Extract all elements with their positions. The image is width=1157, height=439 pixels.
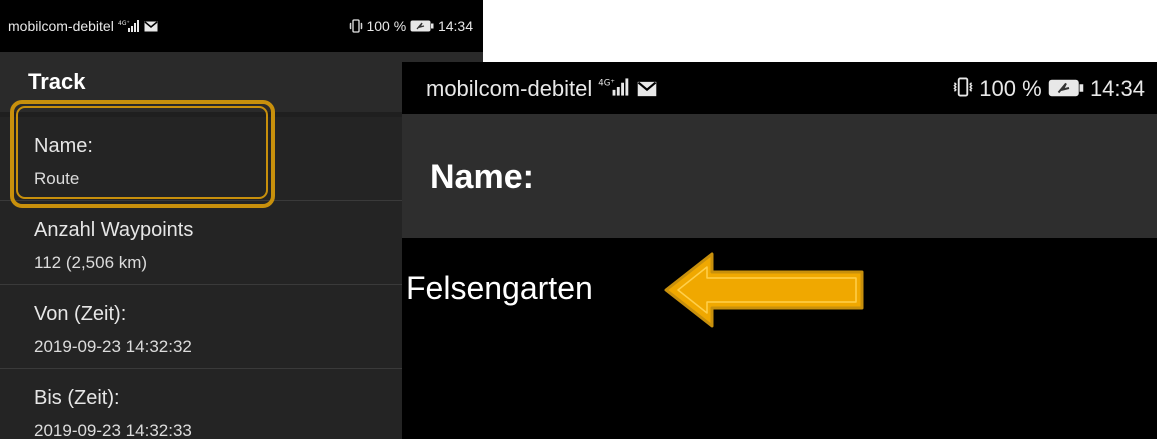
page-title: Track xyxy=(28,69,86,94)
item-label: Von (Zeit): xyxy=(34,303,127,325)
item-value: 112 (2,506 km) xyxy=(34,253,148,272)
status-bar: mobilcom-debitel 4G⁺ 100 % 14:34 xyxy=(402,62,1157,114)
mail-icon xyxy=(144,19,158,35)
battery-percent: 100 % xyxy=(979,76,1042,101)
status-bar: mobilcom-debitel 4G⁺ 100 % 14:34 xyxy=(0,0,483,52)
status-right: 100 % 14:34 xyxy=(348,18,473,36)
item-value: 2019-09-23 14:32:33 xyxy=(34,421,192,439)
highlight-frame-inner xyxy=(16,106,268,199)
carrier-name: mobilcom-debitel xyxy=(8,18,114,34)
dialog-title: Name: xyxy=(430,158,534,196)
battery-icon xyxy=(410,19,434,35)
item-label: Anzahl Waypoints xyxy=(34,219,194,241)
status-right: 100 % 14:34 xyxy=(953,76,1145,103)
clock: 14:34 xyxy=(1089,76,1145,101)
svg-text:4G⁺: 4G⁺ xyxy=(118,20,130,27)
svg-text:4G⁺: 4G⁺ xyxy=(599,79,616,89)
carrier-text: mobilcom-debitel 4G⁺ xyxy=(426,76,657,103)
signal-icon: 4G⁺ xyxy=(598,77,630,103)
item-value: 2019-09-23 14:32:32 xyxy=(34,337,192,356)
battery-percent: 100 % xyxy=(366,18,407,34)
name-value[interactable]: Felsengarten xyxy=(406,270,593,307)
signal-icon: 4G⁺ xyxy=(118,19,140,36)
item-label: Bis (Zeit): xyxy=(34,387,120,409)
dialog-header: Name: xyxy=(402,114,1157,238)
vibrate-icon xyxy=(953,77,973,103)
carrier-text: mobilcom-debitel 4G⁺ xyxy=(8,18,158,36)
arrow-left-icon xyxy=(664,252,864,328)
vibrate-icon xyxy=(348,19,363,36)
carrier-name: mobilcom-debitel xyxy=(426,76,593,101)
clock: 14:34 xyxy=(437,18,473,34)
mail-icon xyxy=(637,77,657,103)
battery-icon xyxy=(1048,77,1084,103)
